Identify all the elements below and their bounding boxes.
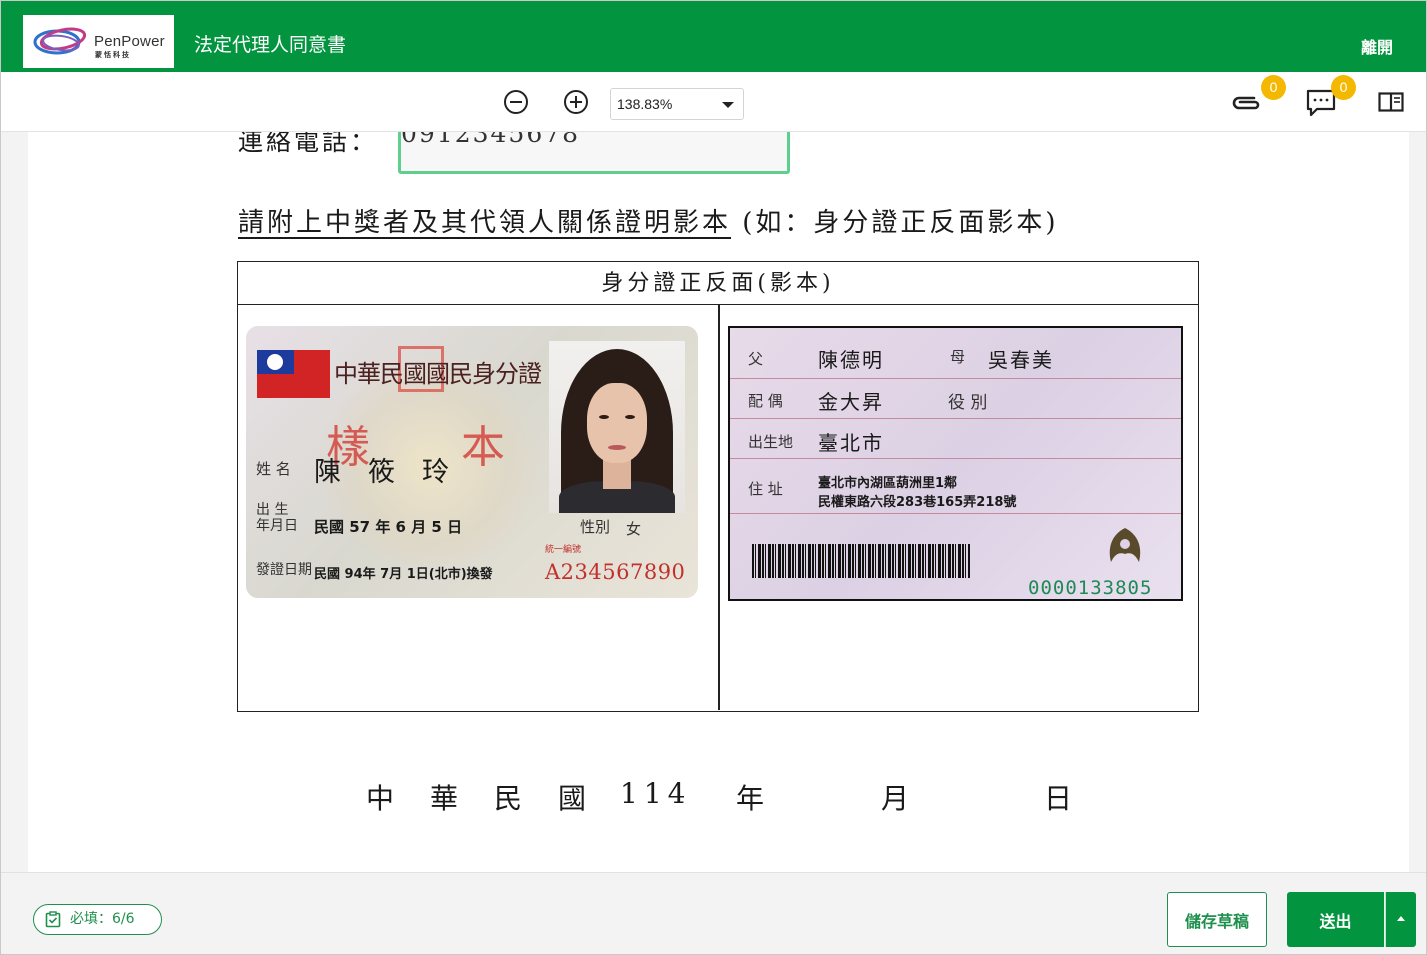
spouse-name: 金大昇: [818, 390, 884, 414]
id-card-table: 身分證正反面(影本) 中華民國國民身分證 樣 本 姓 名 陳筱玲 出 生 年月日…: [237, 261, 1199, 712]
action-footer: 必填：6/6 儲存草稿 送出: [1, 872, 1426, 954]
comments-count-badge: 0: [1331, 75, 1356, 100]
chevron-down-icon: [722, 102, 734, 108]
attachments-count-badge: 0: [1261, 75, 1286, 100]
penpower-logo-icon: [33, 27, 87, 55]
id-card-front-image: 中華民國國民身分證 樣 本 姓 名 陳筱玲 出 生 年月日 民國 57 年 6 …: [246, 326, 698, 598]
mother-name: 吳春美: [988, 348, 1054, 372]
send-button[interactable]: 送出: [1287, 892, 1384, 947]
address-line-2: 民權東路六段283巷165弄218號: [818, 495, 1017, 510]
phone-label: 連絡電話：: [238, 132, 379, 156]
gender-value: 女: [626, 520, 642, 538]
issue-date: 民國 94年 7月 1日(北市)換發: [314, 567, 493, 582]
birth-label: 出 生 年月日: [256, 502, 298, 534]
id-table-header: 身分證正反面(影本): [238, 262, 1198, 305]
spouse-label: 配 偶: [748, 392, 783, 410]
father-name: 陳德明: [818, 348, 884, 372]
table-divider: [718, 305, 720, 710]
zoom-level-select[interactable]: 138.83%: [610, 88, 744, 120]
date-char-1: 中: [366, 782, 395, 815]
date-char-3: 民: [494, 782, 523, 815]
address-label: 住 址: [748, 480, 783, 498]
leave-button[interactable]: 離開: [1361, 34, 1393, 58]
required-fields-status[interactable]: 必填：6/6: [33, 904, 162, 935]
birthplace-label: 出生地: [748, 433, 794, 451]
date-char-2: 華: [430, 782, 459, 815]
address-line-1: 臺北市內湖區葫洲里1鄰: [818, 476, 958, 491]
app-header: PenPower 蒙恬科技 法定代理人同意書 離開: [1, 1, 1426, 72]
logo-subtitle: 蒙恬科技: [95, 51, 131, 59]
barcode: [752, 544, 970, 578]
id-number: A234567890: [545, 560, 686, 584]
save-draft-button[interactable]: 儲存草稿: [1167, 892, 1267, 947]
date-char-4: 國: [558, 782, 587, 815]
holder-photo: [549, 341, 685, 513]
attachment-instruction-main: 請附上中獎者及其代領人關係證明影本: [238, 208, 732, 238]
phone-field[interactable]: 0912345678 *: [398, 132, 790, 174]
father-label: 父: [748, 350, 764, 368]
issue-date-label: 發證日期: [256, 562, 312, 578]
document-title: 法定代理人同意書: [194, 34, 347, 56]
card-title: 中華民國國民身分證: [334, 360, 542, 388]
birthplace-value: 臺北市: [818, 431, 884, 455]
name-label: 姓 名: [256, 460, 291, 478]
attachment-icon[interactable]: [1230, 92, 1262, 114]
emblem-icon: [1109, 528, 1141, 562]
side-panel-icon[interactable]: [1378, 92, 1404, 112]
app-window: PenPower 蒙恬科技 法定代理人同意書 離開 138.83% 0 0 連絡…: [0, 0, 1427, 955]
military-service-label: 役 別: [948, 393, 988, 413]
attachment-instruction-note: (如：身分證正反面影本): [731, 208, 1059, 238]
required-asterisk: *: [770, 132, 783, 141]
id-card-back-image: 父 陳德明 母 吳春美 配 偶 金大昇 役 別 出生地 臺北市 住 址 臺北市內…: [728, 326, 1183, 601]
date-day-label: 日: [1044, 782, 1073, 815]
mother-label: 母: [950, 348, 966, 366]
zoom-out-icon[interactable]: [503, 89, 529, 115]
clipboard-check-icon: [45, 911, 61, 928]
zoom-in-icon[interactable]: [563, 89, 589, 115]
document-page: 連絡電話： 0912345678 * 請附上中獎者及其代領人關係證明影本 (如：…: [28, 132, 1409, 872]
date-month-label: 月: [881, 782, 910, 815]
viewer-toolbar: 138.83% 0 0: [1, 72, 1426, 132]
serial-number: 0000133805: [1028, 577, 1153, 599]
send-options-button[interactable]: [1385, 892, 1416, 947]
flag-icon: [257, 350, 330, 398]
zoom-level-value: 138.83%: [617, 96, 673, 112]
date-year-label: 年: [736, 782, 765, 815]
caret-up-icon: [1397, 916, 1405, 921]
attachment-instruction: 請附上中獎者及其代領人關係證明影本 (如：身分證正反面影本): [238, 202, 1059, 239]
date-year-value: 114: [620, 777, 692, 810]
gender-label: 性別: [580, 518, 611, 536]
birth-date: 民國 57 年 6 月 5 日: [314, 518, 463, 536]
holder-name: 陳筱玲: [314, 457, 476, 488]
phone-value: 0912345678: [401, 132, 581, 148]
penpower-logo: PenPower 蒙恬科技: [23, 15, 174, 68]
required-status-text: 必填：6/6: [70, 911, 135, 927]
logo-name: PenPower: [94, 33, 165, 50]
unified-number-label: 統一編號: [545, 545, 582, 555]
